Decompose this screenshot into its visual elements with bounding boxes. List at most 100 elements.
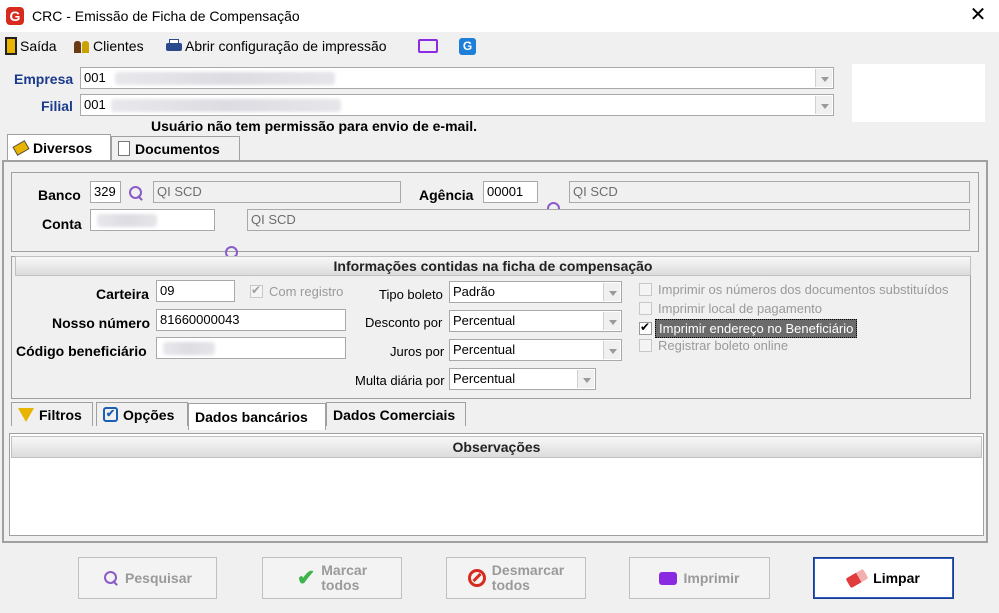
tab-opcoes-label: Opções xyxy=(123,406,175,423)
observacoes-header: Observações xyxy=(11,436,982,458)
tab-dados-bancarios-label: Dados bancários xyxy=(195,409,308,425)
empresa-combo[interactable]: 001 xyxy=(80,67,834,89)
tab-dados-bancarios[interactable]: Dados bancários xyxy=(188,403,326,430)
imprimir-button[interactable]: Imprimir xyxy=(629,557,770,599)
conta-name-field: QI SCD xyxy=(247,209,970,231)
nosso-numero-label: Nosso número xyxy=(52,315,151,331)
checkbox-icon xyxy=(639,302,652,315)
check-icon: ✔ xyxy=(296,565,316,590)
logo-area xyxy=(852,64,985,122)
agencia-name-field: QI SCD xyxy=(569,181,970,203)
codigo-beneficiario-field[interactable] xyxy=(156,337,346,359)
opt3-label: Imprimir endereço no Beneficiário xyxy=(655,319,858,338)
tipo-boleto-combo[interactable]: Padrão xyxy=(449,281,622,303)
search-icon xyxy=(103,570,119,586)
chevron-down-icon[interactable] xyxy=(603,341,620,359)
clients-label: Clientes xyxy=(93,38,144,54)
carteira-field[interactable]: 09 xyxy=(156,280,235,302)
checkbox-icon xyxy=(639,339,652,352)
empresa-label: Empresa xyxy=(14,71,74,87)
checkmark-icon xyxy=(639,320,652,335)
carteira-value: 09 xyxy=(160,283,175,298)
tab-diversos[interactable]: Diversos xyxy=(7,134,111,160)
juros-value: Percentual xyxy=(453,342,516,357)
desmarcar-label-1: Desmarcar xyxy=(491,562,565,578)
tab-documentos[interactable]: Documentos xyxy=(111,136,240,160)
marcar-label-1: Marcar xyxy=(321,562,368,578)
pencil-icon xyxy=(12,139,30,156)
imprimir-label: Imprimir xyxy=(683,570,740,586)
filial-value: 001 xyxy=(84,97,106,112)
eraser-icon xyxy=(845,568,869,588)
chevron-down-icon[interactable] xyxy=(815,96,832,114)
clients-button[interactable]: Clientes xyxy=(74,36,144,56)
print-config-button[interactable]: Abrir configuração de impressão xyxy=(166,36,387,56)
opt-imprimir-numeros[interactable]: Imprimir os números dos documentos subst… xyxy=(639,282,948,297)
g-app-icon: G xyxy=(459,37,476,55)
com-registro-checkbox[interactable]: Com registro xyxy=(250,283,344,299)
app-g-button[interactable]: G xyxy=(459,36,476,56)
app-logo-icon: G xyxy=(6,7,24,25)
chevron-down-icon[interactable] xyxy=(603,283,620,301)
tab-opcoes[interactable]: ✔ Opções xyxy=(96,402,188,426)
desconto-label: Desconto por xyxy=(365,315,443,330)
monitor-button[interactable] xyxy=(418,36,438,56)
banco-code: 329 xyxy=(94,184,116,199)
banco-code-field[interactable]: 329 xyxy=(90,181,121,203)
nosso-numero-field[interactable]: 81660000043 xyxy=(156,309,346,331)
multa-combo[interactable]: Percentual xyxy=(449,368,596,390)
close-icon[interactable]: ✕ xyxy=(966,4,990,28)
filial-label: Filial xyxy=(41,98,73,114)
carteira-label: Carteira xyxy=(96,286,149,302)
exit-door-icon xyxy=(5,37,17,55)
codigo-beneficiario-label: Código beneficiário xyxy=(16,343,147,359)
exit-button[interactable]: Saída xyxy=(5,36,57,56)
conta-name: QI SCD xyxy=(251,212,296,227)
opt-imprimir-local[interactable]: Imprimir local de pagamento xyxy=(639,301,822,316)
marcar-todos-button[interactable]: ✔ Marcar todos xyxy=(262,557,402,599)
limpar-button[interactable]: Limpar xyxy=(813,557,954,599)
monitor-icon xyxy=(418,39,438,53)
chevron-down-icon[interactable] xyxy=(815,69,832,87)
limpar-label: Limpar xyxy=(873,570,920,586)
opt4-label: Registrar boleto online xyxy=(658,338,789,353)
banco-label: Banco xyxy=(38,187,81,203)
checkbox-icon xyxy=(639,283,652,296)
opt-imprimir-endereco[interactable]: Imprimir endereço no Beneficiário xyxy=(639,319,858,338)
opt2-label: Imprimir local de pagamento xyxy=(658,301,823,316)
permission-warning: Usuário não tem permissão para envio de … xyxy=(151,118,477,134)
tipo-boleto-label: Tipo boleto xyxy=(379,287,443,302)
chevron-down-icon[interactable] xyxy=(603,312,620,330)
printer-icon xyxy=(166,38,182,54)
desmarcar-todos-button[interactable]: Desmarcar todos xyxy=(446,557,586,599)
title-bar: G CRC - Emissão de Ficha de Compensação … xyxy=(0,0,999,32)
tab-dados-comerciais-label: Dados Comerciais xyxy=(333,406,456,423)
printer-icon xyxy=(659,571,678,585)
agencia-label: Agência xyxy=(419,187,474,203)
tab-filtros[interactable]: Filtros xyxy=(11,402,93,426)
document-icon xyxy=(118,141,130,156)
tab-documentos-label: Documentos xyxy=(135,140,220,157)
juros-combo[interactable]: Percentual xyxy=(449,339,622,361)
pesquisar-button[interactable]: Pesquisar xyxy=(78,557,217,599)
chevron-down-icon[interactable] xyxy=(577,370,594,388)
tab-diversos-label: Diversos xyxy=(33,139,93,156)
com-registro-label: Com registro xyxy=(269,284,344,299)
banco-search-icon[interactable] xyxy=(128,185,144,201)
pesquisar-label: Pesquisar xyxy=(125,570,192,586)
multa-value: Percentual xyxy=(453,371,516,386)
opt-registrar-online[interactable]: Registrar boleto online xyxy=(639,338,788,353)
desmarcar-label-2: todos xyxy=(491,577,530,593)
marcar-label-2: todos xyxy=(321,577,360,593)
agencia-code-field[interactable]: 00001 xyxy=(483,181,538,203)
filial-combo[interactable]: 001 xyxy=(80,94,834,116)
observacoes-textarea[interactable] xyxy=(13,460,980,532)
ficha-header: Informações contidas na ficha de compens… xyxy=(15,256,971,276)
desconto-combo[interactable]: Percentual xyxy=(449,310,622,332)
multa-label: Multa diária por xyxy=(355,373,445,388)
conta-field[interactable] xyxy=(90,209,215,231)
prohibited-icon xyxy=(467,569,486,587)
juros-label: Juros por xyxy=(390,344,445,359)
tab-dados-comerciais[interactable]: Dados Comerciais xyxy=(326,402,466,426)
agencia-code: 00001 xyxy=(487,184,524,199)
